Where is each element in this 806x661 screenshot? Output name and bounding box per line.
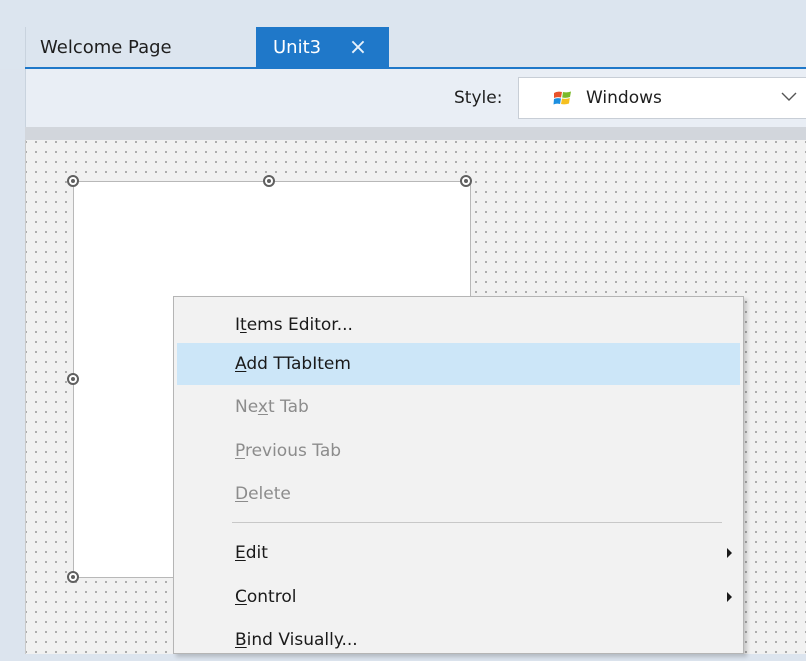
windows-logo-icon	[553, 91, 571, 105]
menu-item-text: dd TTabItem	[246, 354, 351, 374]
menu-item-mnemonic: B	[235, 630, 247, 650]
selection-handle-middle-left[interactable]	[67, 373, 79, 385]
menu-item-mnemonic: C	[235, 587, 247, 607]
menu-item-mnemonic: E	[235, 543, 246, 563]
menu-item-mnemonic: t	[240, 315, 247, 335]
chevron-down-icon	[781, 92, 797, 101]
menu-item-add-ttabitem[interactable]: Add TTabItem	[177, 343, 740, 385]
submenu-arrow-icon	[727, 548, 732, 558]
menu-item-mnemonic: A	[235, 354, 247, 374]
menu-item-text-prefix: Ne	[235, 397, 258, 417]
style-toolbar: Style: Windows	[25, 69, 806, 127]
menu-item-text: t Tab	[267, 397, 309, 417]
menu-item-text: ontrol	[246, 587, 297, 607]
menu-item-text: dit	[245, 543, 268, 563]
menu-item-delete[interactable]: Delete	[177, 473, 740, 515]
menu-item-text: elete	[248, 484, 291, 504]
menu-item-text: ems Editor...	[246, 315, 353, 335]
close-icon[interactable]: ×	[344, 27, 372, 69]
selection-handle-top-center[interactable]	[263, 175, 275, 187]
menu-item-mnemonic: x	[257, 397, 268, 417]
menu-item-items-editor[interactable]: Items Editor...	[177, 304, 740, 346]
document-tab-strip: Welcome Page Unit3 ×	[0, 0, 806, 69]
menu-item-bind-visually[interactable]: Bind Visually...	[177, 619, 740, 661]
menu-item-text: ind Visually...	[246, 630, 358, 650]
menu-item-mnemonic: D	[235, 484, 249, 504]
submenu-arrow-icon	[727, 592, 732, 602]
tab-welcome-page-label: Welcome Page	[40, 37, 172, 58]
style-dropdown-value: Windows	[586, 88, 662, 108]
tab-welcome-page[interactable]: Welcome Page	[25, 27, 255, 69]
menu-item-previous-tab[interactable]: Previous Tab	[177, 430, 740, 472]
selection-handle-top-right[interactable]	[460, 175, 472, 187]
context-menu: Items Editor... Add TTabItem Next Tab Pr…	[173, 296, 744, 654]
tab-unit3[interactable]: Unit3 ×	[256, 27, 389, 69]
menu-item-edit[interactable]: Edit	[177, 532, 740, 574]
style-dropdown[interactable]: Windows	[518, 77, 806, 119]
menu-item-text: revious Tab	[244, 441, 342, 461]
menu-item-control[interactable]: Control	[177, 576, 740, 618]
tab-unit3-label: Unit3	[273, 37, 322, 58]
menu-item-next-tab[interactable]: Next Tab	[177, 386, 740, 428]
toolbar-divider	[25, 127, 806, 140]
style-label: Style:	[454, 88, 503, 108]
menu-separator	[232, 522, 722, 523]
selection-handle-top-left[interactable]	[67, 175, 79, 187]
menu-item-mnemonic: P	[235, 441, 245, 461]
selection-handle-bottom-left[interactable]	[67, 571, 79, 583]
